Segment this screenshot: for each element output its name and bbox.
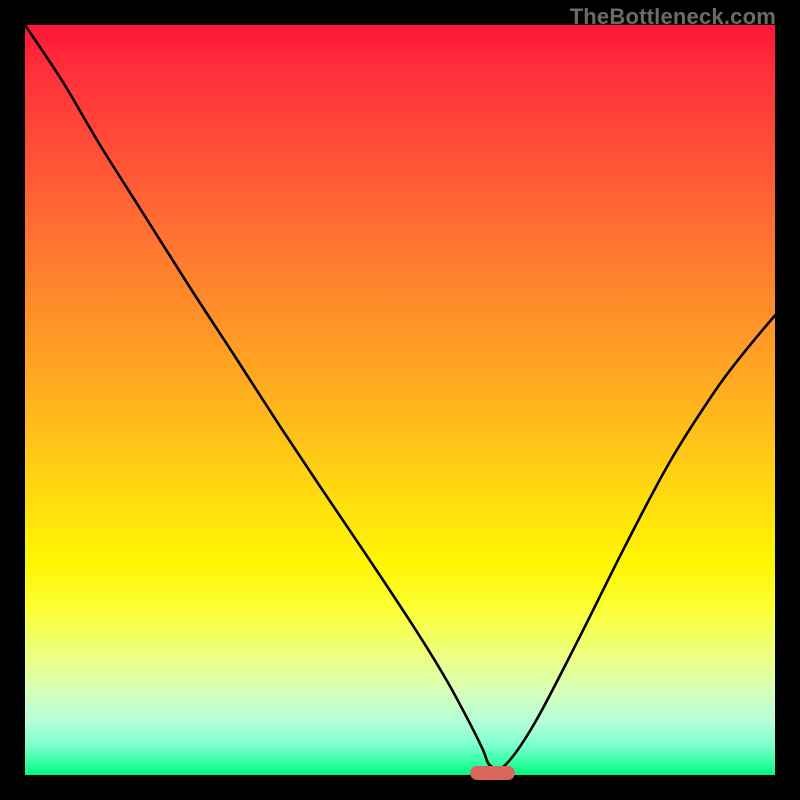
plot-area (25, 25, 775, 775)
chart-frame: TheBottleneck.com (0, 0, 800, 800)
bottleneck-curve (25, 25, 775, 775)
optimum-marker (470, 766, 515, 780)
